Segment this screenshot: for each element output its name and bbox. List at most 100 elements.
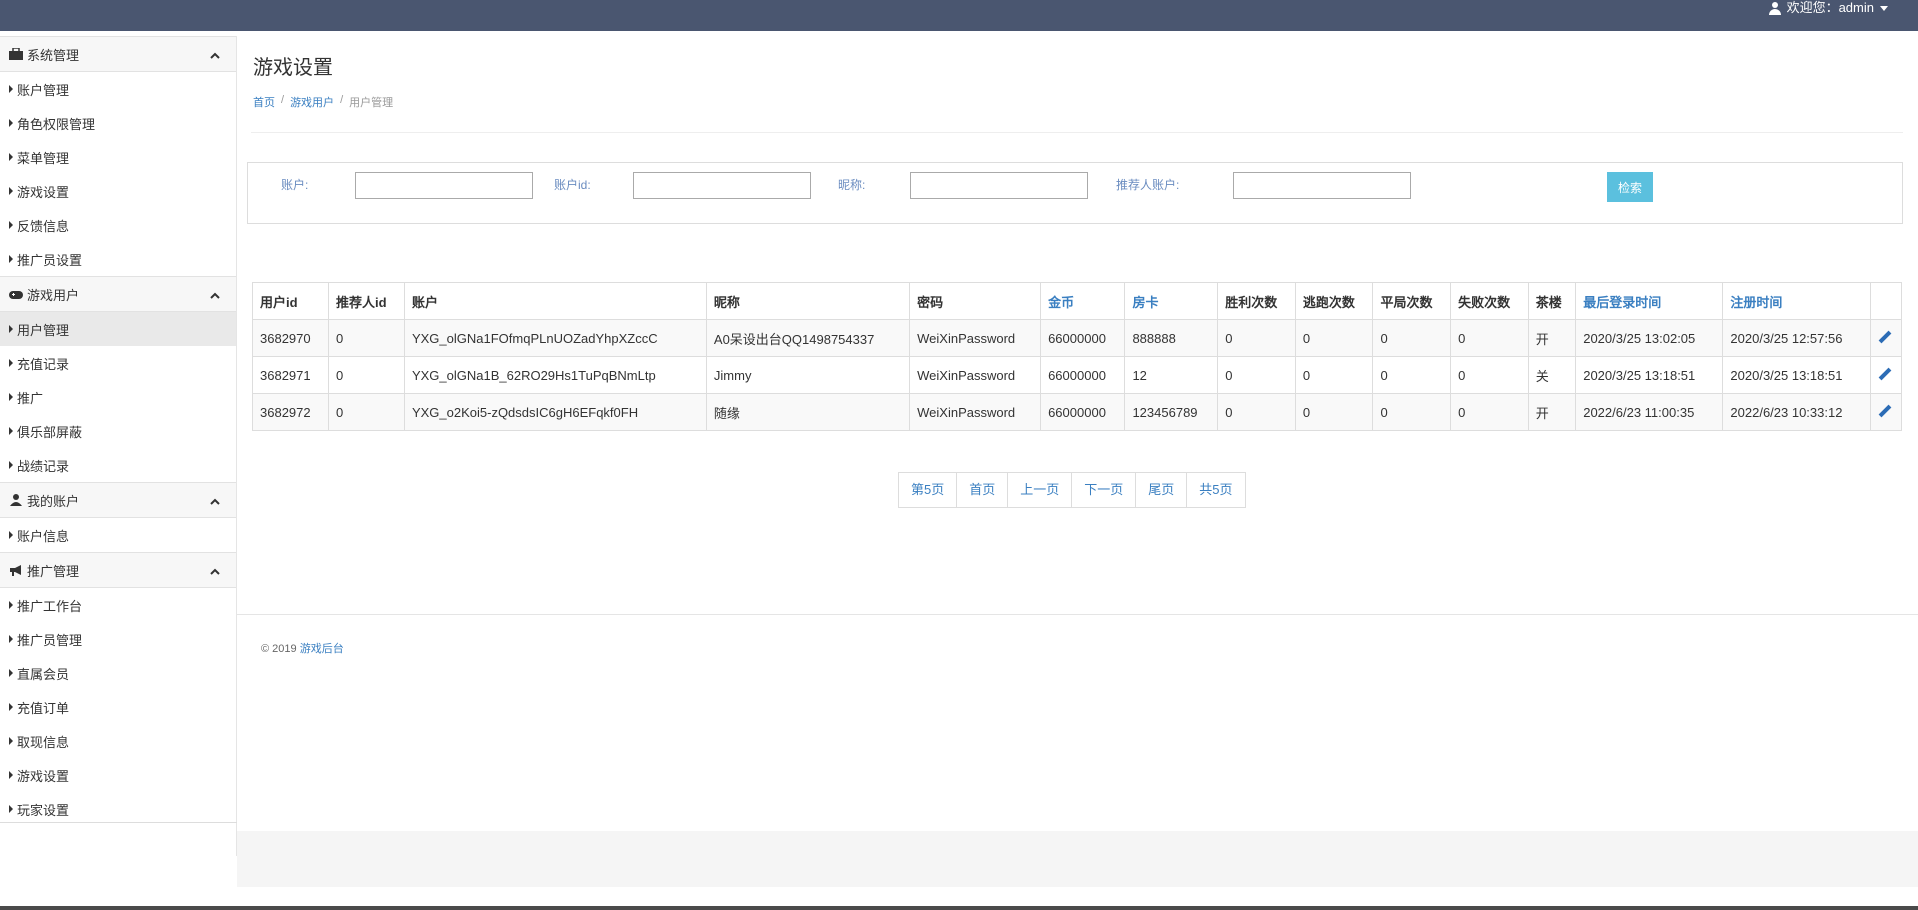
pagination-item[interactable]: 尾页: [1135, 473, 1186, 507]
sidebar-item[interactable]: 充值订单: [0, 690, 236, 724]
pagination-item[interactable]: 上一页: [1007, 473, 1071, 507]
user-icon: [1768, 1, 1781, 15]
caret-right-icon: [9, 119, 13, 127]
column-header: 茶楼: [1527, 282, 1577, 320]
table-cell: 12: [1124, 356, 1219, 394]
sidebar-item-label: 用户管理: [17, 322, 70, 338]
sidebar-item[interactable]: 账户信息: [0, 518, 236, 552]
sidebar-group-header[interactable]: 推广管理: [0, 552, 236, 588]
table-cell: 0: [1217, 356, 1296, 394]
bullhorn-icon: [9, 564, 23, 576]
sidebar-group-title: 游戏用户: [27, 287, 80, 303]
chevron-up-icon[interactable]: [210, 289, 220, 299]
referrer-input[interactable]: [1233, 172, 1411, 199]
caret-right-icon: [9, 601, 13, 609]
table-cell: 2020/3/25 13:02:05: [1575, 319, 1724, 357]
footer-link[interactable]: 游戏后台: [300, 643, 344, 655]
table-cell: 66000000: [1040, 319, 1126, 357]
sidebar-item[interactable]: 账户管理: [0, 72, 236, 106]
account-id-label: 账户id:: [554, 178, 591, 192]
sidebar-item[interactable]: 推广工作台: [0, 588, 236, 622]
pagination-item[interactable]: 首页: [956, 473, 1007, 507]
sidebar-item[interactable]: 取现信息: [0, 724, 236, 758]
caret-right-icon: [9, 669, 13, 677]
sidebar-item[interactable]: 推广员管理: [0, 622, 236, 656]
sidebar-group-header[interactable]: 游戏用户: [0, 276, 236, 312]
column-header[interactable]: 房卡: [1124, 282, 1219, 320]
pagination-item[interactable]: 共5页: [1186, 473, 1244, 507]
sidebar-item-label: 推广: [17, 390, 44, 406]
sidebar-item[interactable]: 菜单管理: [0, 140, 236, 174]
page-title: 游戏设置: [253, 57, 333, 79]
sidebar-group-header[interactable]: 我的账户: [0, 482, 236, 518]
sidebar-item[interactable]: 游戏设置: [0, 174, 236, 208]
sidebar-item-label: 俱乐部屏蔽: [17, 424, 83, 440]
nickname-label: 昵称:: [838, 178, 866, 192]
caret-right-icon: [9, 461, 13, 469]
table-cell: 0: [1372, 356, 1452, 394]
caret-right-icon: [9, 359, 13, 367]
account-input[interactable]: [355, 172, 533, 199]
table-cell: 2020/3/25 13:18:51: [1722, 356, 1871, 394]
table-cell: 0: [1217, 319, 1296, 357]
table-cell: 0: [328, 356, 405, 394]
sidebar-item[interactable]: 角色权限管理: [0, 106, 236, 140]
column-header: 账户: [403, 282, 707, 320]
caret-right-icon: [9, 805, 13, 813]
column-header[interactable]: 注册时间: [1722, 282, 1871, 320]
table-cell-actions: [1869, 356, 1903, 394]
table-cell: WeiXinPassword: [909, 356, 1042, 394]
column-header: 胜利次数: [1217, 282, 1296, 320]
table-cell: 66000000: [1040, 393, 1126, 431]
pagination: 第5页 首页 上一页 下一页 尾页 共5页: [898, 472, 1246, 508]
breadcrumb-game-users[interactable]: 游戏用户: [290, 94, 334, 110]
breadcrumb-home[interactable]: 首页: [253, 94, 275, 110]
table-cell: WeiXinPassword: [909, 393, 1042, 431]
table-cell: 0: [1294, 356, 1374, 394]
chevron-up-icon[interactable]: [210, 565, 220, 575]
sidebar-group-header[interactable]: 系统管理: [0, 36, 236, 72]
account-id-input[interactable]: [633, 172, 811, 199]
sidebar-item[interactable]: 推广员设置: [0, 242, 236, 276]
user-menu[interactable]: 欢迎您：admin: [1768, 0, 1888, 16]
table-cell: 3682972: [251, 393, 330, 431]
column-header: 用户id: [251, 282, 330, 320]
column-header[interactable]: 金币: [1040, 282, 1126, 320]
edit-icon[interactable]: [1878, 331, 1890, 343]
table-cell: YXG_olGNa1FOfmqPLnUOZadYhpXZccC: [403, 319, 707, 357]
table-cell: 0: [1294, 319, 1374, 357]
table-row: 3682972 0 YXG_o2Koi5-zQdsdsIC6gH6EFqkf0FH 随…: [251, 393, 1903, 431]
table-cell: Jimmy: [705, 356, 911, 394]
sidebar-item[interactable]: 游戏设置: [0, 758, 236, 792]
sidebar-item[interactable]: 用户管理: [0, 312, 236, 346]
caret-right-icon: [9, 255, 13, 263]
table-cell: 888888: [1124, 319, 1219, 357]
sidebar-item[interactable]: 反馈信息: [0, 208, 236, 242]
sidebar-item[interactable]: 战绩记录: [0, 448, 236, 482]
sidebar-item[interactable]: 玩家设置: [0, 792, 236, 826]
table-cell-actions: [1869, 319, 1903, 357]
sidebar-item-label: 账户信息: [17, 528, 70, 544]
caret-right-icon: [9, 153, 13, 161]
chevron-up-icon[interactable]: [210, 495, 220, 505]
pagination-item[interactable]: 下一页: [1071, 473, 1135, 507]
table-cell: 关: [1527, 356, 1577, 394]
edit-icon[interactable]: [1878, 405, 1890, 417]
sidebar-item[interactable]: 俱乐部屏蔽: [0, 414, 236, 448]
search-button[interactable]: 检索: [1607, 172, 1653, 202]
chevron-up-icon[interactable]: [210, 49, 220, 59]
sidebar-item-label: 反馈信息: [17, 218, 70, 234]
sidebar-item[interactable]: 直属会员: [0, 656, 236, 690]
sidebar-item-label: 直属会员: [17, 666, 70, 682]
sidebar-item[interactable]: 推广: [0, 380, 236, 414]
sidebar-item-label: 角色权限管理: [17, 116, 96, 132]
nickname-input[interactable]: [910, 172, 1088, 199]
column-header[interactable]: 最后登录时间: [1575, 282, 1724, 320]
breadcrumb: 首页 / 游戏用户 / 用户管理: [253, 94, 393, 110]
pagination-item[interactable]: 第5页: [899, 473, 956, 507]
table-cell: 2022/6/23 11:00:35: [1575, 393, 1724, 431]
table-cell-actions: [1869, 393, 1903, 431]
sidebar-item[interactable]: 充值记录: [0, 346, 236, 380]
main-content: 游戏设置 首页 / 游戏用户 / 用户管理 账户: 账户id: 昵称: 推荐人账…: [237, 31, 1918, 831]
edit-icon[interactable]: [1878, 368, 1890, 380]
